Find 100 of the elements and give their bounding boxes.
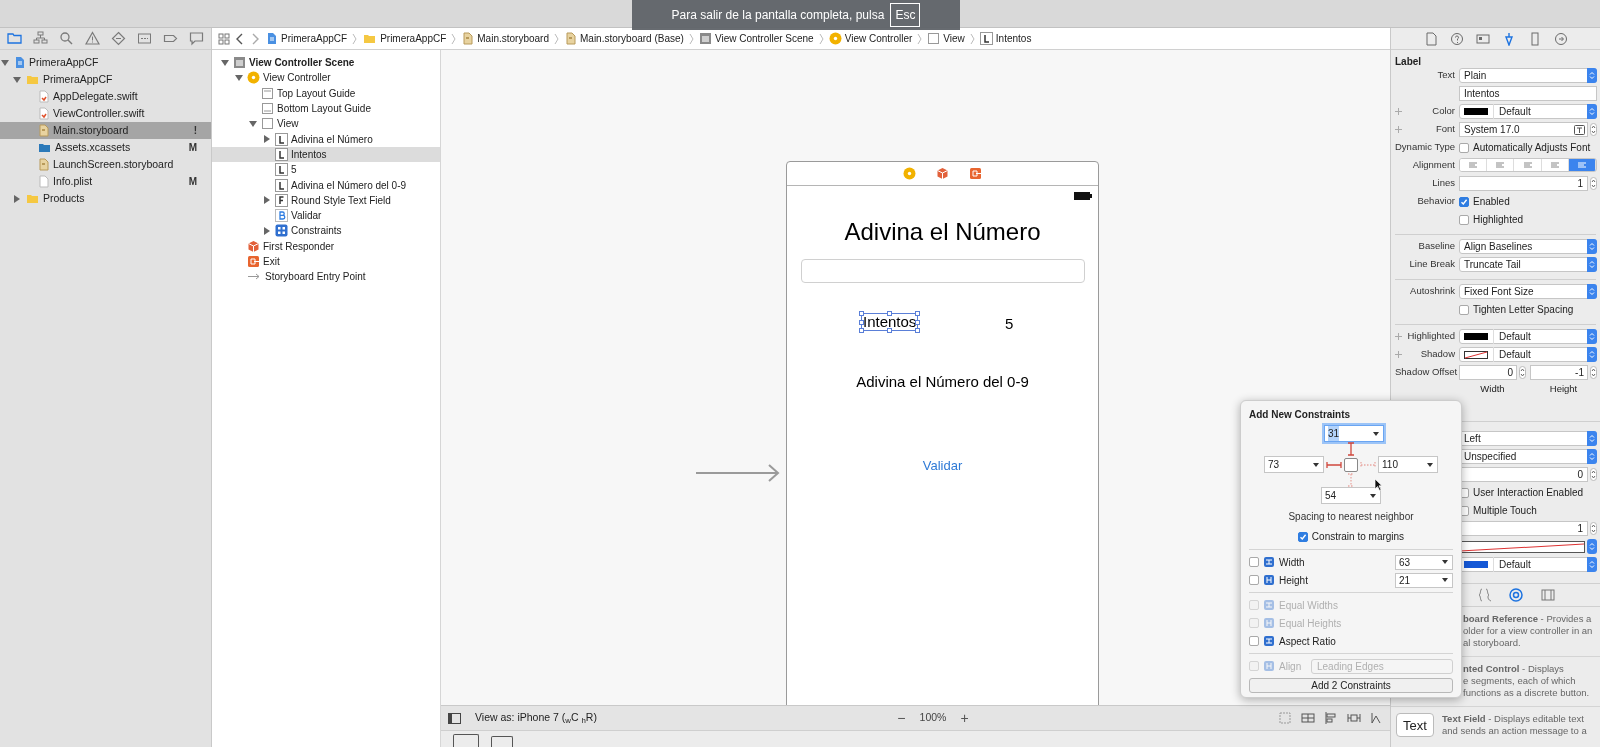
number-field[interactable]: -1 <box>1530 365 1588 380</box>
outline-item[interactable]: First Responder <box>212 238 440 254</box>
alignment-segment[interactable] <box>1460 159 1488 171</box>
checkbox[interactable] <box>1459 142 1469 153</box>
breadcrumb-item[interactable]: PrimeraAppCF <box>265 31 348 46</box>
popup-button[interactable]: Align Baselines <box>1459 239 1597 254</box>
outline-item[interactable]: Bottom Layout Guide <box>212 100 440 117</box>
color-popup[interactable]: Default <box>1459 104 1597 119</box>
device-selector[interactable]: View as: iPhone 7 ($_{w}$C $_{h}$R) <box>475 710 597 726</box>
outline-item[interactable]: Adivina el Número <box>212 131 440 147</box>
plus-icon[interactable] <box>1395 333 1402 340</box>
text-field[interactable]: Intentos <box>1459 86 1597 101</box>
breadcrumb-item[interactable]: View Controller Scene <box>698 31 814 46</box>
stack-icon[interactable] <box>1301 711 1315 725</box>
file-tree-item[interactable]: LaunchScreen.storyboard <box>0 156 211 173</box>
screen-label[interactable]: Intentos <box>861 313 919 331</box>
breadcrumb-item[interactable]: PrimeraAppCF <box>362 31 447 46</box>
search-icon[interactable] <box>59 31 75 46</box>
hierarchy-icon[interactable] <box>33 31 49 46</box>
checkbox[interactable] <box>1249 557 1259 567</box>
font-field[interactable]: System 17.0 <box>1459 122 1588 137</box>
size-field[interactable]: 63 <box>1395 554 1453 570</box>
file-tree-item[interactable]: AppDelegate.swift <box>0 88 211 105</box>
spacing-field[interactable]: 110 <box>1378 456 1438 473</box>
outline-item[interactable]: Intentos <box>212 146 440 163</box>
stepper-icon[interactable] <box>1590 468 1597 482</box>
outline-item[interactable]: View Controller <box>212 70 440 86</box>
outline-item[interactable]: View Controller Scene <box>212 55 440 71</box>
breadcrumb-item[interactable]: View Controller <box>828 31 913 46</box>
outline-item[interactable]: Validar <box>212 207 440 224</box>
size-field[interactable]: 21 <box>1395 572 1453 588</box>
spacing-constraint-icon[interactable] <box>1326 460 1342 469</box>
pin-icon[interactable] <box>1347 711 1361 725</box>
disclosure-triangle-icon[interactable] <box>12 193 22 204</box>
checkbox[interactable] <box>1297 531 1308 542</box>
popup-button[interactable]: Truncate Tail <box>1459 257 1597 272</box>
text-field[interactable] <box>801 259 1085 283</box>
disclosure-triangle-icon[interactable] <box>234 72 244 83</box>
popup-button[interactable]: Left <box>1459 431 1597 447</box>
number-field[interactable]: 1 <box>1459 176 1588 191</box>
color-popup[interactable]: Default <box>1459 557 1597 573</box>
spacing-field[interactable]: 54 <box>1321 487 1381 504</box>
alignment-segment[interactable] <box>1568 159 1596 171</box>
breadcrumb-item[interactable]: Main.storyboard (Base) <box>564 31 684 46</box>
number-field[interactable]: 0 <box>1459 467 1588 483</box>
disclosure-triangle-icon[interactable] <box>262 195 272 206</box>
identity-icon[interactable] <box>1475 31 1490 46</box>
file-tree-item[interactable]: Assets.xcassets M <box>0 139 211 156</box>
device-icon[interactable] <box>491 736 513 747</box>
plus-icon[interactable] <box>1395 108 1402 115</box>
forward-icon[interactable] <box>250 32 260 45</box>
color-popup[interactable]: Default <box>1459 347 1597 362</box>
file-tree-item[interactable]: PrimeraAppCF <box>0 54 211 71</box>
connections-icon[interactable] <box>1553 31 1568 46</box>
stepper-icon[interactable] <box>1590 177 1597 190</box>
grid-icon[interactable] <box>218 32 230 45</box>
disclosure-triangle-icon[interactable] <box>220 57 230 68</box>
file-tree-item[interactable]: Main.storyboard ! <box>0 122 211 139</box>
popup-button[interactable]: Fixed Font Size <box>1459 284 1597 299</box>
sidebar-toggle-icon[interactable] <box>448 712 461 724</box>
no-shadow-swatch[interactable] <box>1459 540 1585 553</box>
disclosure-triangle-icon[interactable] <box>0 57 10 68</box>
folder-icon[interactable] <box>7 31 23 46</box>
stepper-icon[interactable] <box>1590 522 1597 536</box>
outline-item[interactable]: Exit <box>212 253 440 270</box>
number-field[interactable]: 1 <box>1459 521 1588 537</box>
speech-bubble-icon[interactable] <box>188 31 204 46</box>
font-picker-icon[interactable] <box>1574 124 1585 135</box>
outline-item[interactable]: Round Style Text Field <box>212 192 440 208</box>
disclosure-triangle-icon[interactable] <box>262 134 272 145</box>
stepper-icon[interactable] <box>1590 366 1597 379</box>
spacing-field[interactable]: 73 <box>1264 456 1324 473</box>
braces-icon[interactable] <box>1477 588 1491 603</box>
outline-item[interactable]: Storyboard Entry Point <box>212 269 440 285</box>
spacing-field[interactable]: 31 <box>1324 425 1384 442</box>
file-tree-item[interactable]: ViewController.swift <box>0 105 211 122</box>
stepper-icon[interactable] <box>1519 366 1526 379</box>
help-icon[interactable] <box>1449 31 1464 46</box>
target-icon[interactable] <box>1509 588 1523 603</box>
warning-icon[interactable] <box>85 31 101 46</box>
popup-button[interactable]: Plain <box>1459 68 1597 83</box>
align-icon[interactable] <box>1324 711 1338 725</box>
file-tree-item[interactable]: Products <box>0 190 211 207</box>
zoom-in-button[interactable]: + <box>960 707 969 729</box>
outline-item[interactable]: View <box>212 116 440 132</box>
disclosure-triangle-icon[interactable] <box>262 225 272 236</box>
checkbox[interactable] <box>1459 214 1469 225</box>
device-icon[interactable] <box>453 734 479 747</box>
disclosure-triangle-icon[interactable] <box>12 74 22 85</box>
disclosure-triangle-icon[interactable] <box>248 118 258 129</box>
back-icon[interactable] <box>235 32 245 45</box>
screen-button[interactable]: Validar <box>787 456 1098 476</box>
color-popup[interactable]: Default <box>1459 329 1597 344</box>
file-tree-item[interactable]: PrimeraAppCF <box>0 71 211 88</box>
media-icon[interactable] <box>1541 588 1555 603</box>
checkbox[interactable] <box>1249 575 1259 585</box>
outline-item[interactable]: Constraints <box>212 223 440 239</box>
diamond-icon[interactable] <box>110 31 126 46</box>
plus-icon[interactable] <box>1395 126 1402 133</box>
checkbox[interactable] <box>1459 196 1469 207</box>
